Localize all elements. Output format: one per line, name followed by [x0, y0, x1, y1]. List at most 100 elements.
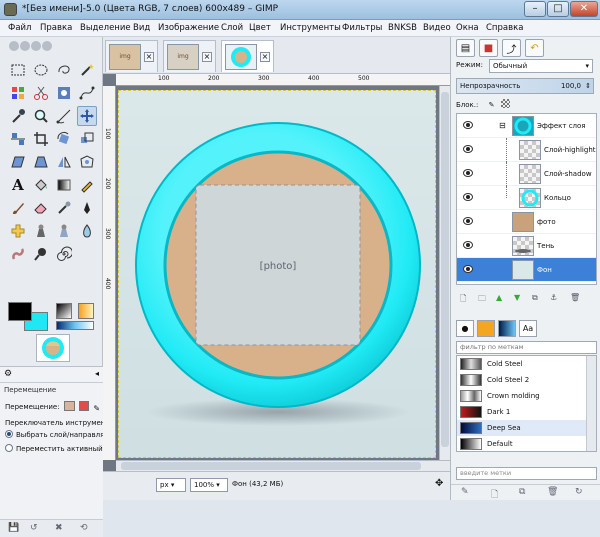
fonts-tab-icon[interactable]: Aa [519, 320, 537, 337]
layer-row[interactable]: Слой-highlight [457, 138, 596, 162]
menu-video[interactable]: Видео [423, 23, 451, 33]
move-icon[interactable] [77, 106, 97, 126]
crop-icon[interactable] [31, 129, 51, 149]
paintbrush-icon[interactable] [8, 198, 28, 218]
tool-options-menu-icon[interactable]: ◂ [95, 369, 99, 378]
eye-icon[interactable] [463, 145, 473, 153]
color-picker-icon[interactable] [8, 106, 28, 126]
foreground-color[interactable] [8, 302, 32, 321]
close-tab-icon[interactable]: × [144, 51, 154, 62]
save-options-icon[interactable]: 💾 [8, 523, 19, 533]
brushes-tab-icon[interactable]: ● [456, 320, 474, 337]
rect-select-icon[interactable] [8, 60, 28, 80]
align-icon[interactable] [8, 129, 28, 149]
blur-icon[interactable] [77, 221, 97, 241]
zoom-select[interactable]: 100% ▾ [190, 478, 228, 492]
eraser-icon[interactable] [31, 198, 51, 218]
heal-icon[interactable] [8, 221, 28, 241]
duplicate-layer-icon[interactable]: ⧉ [532, 293, 538, 303]
image-tab-2[interactable]: img × [163, 40, 216, 72]
menu-select[interactable]: Выделение [80, 23, 131, 33]
ellipse-select-icon[interactable] [31, 60, 51, 80]
menu-layer[interactable]: Слой [221, 23, 243, 33]
lock-pixels-icon[interactable]: ✎ [489, 101, 495, 109]
tag-entry-input[interactable]: введите метки [456, 467, 597, 480]
tag-filter-input[interactable]: фильтр по меткам [456, 341, 597, 354]
airbrush-icon[interactable] [54, 198, 74, 218]
perspective-icon[interactable] [31, 152, 51, 172]
menu-view[interactable]: Вид [133, 23, 150, 33]
fg-bg-colors[interactable] [8, 302, 52, 332]
foreground-select-icon[interactable] [54, 83, 74, 103]
menu-image[interactable]: Изображение [158, 23, 219, 33]
text-icon[interactable]: A [8, 175, 28, 195]
lower-layer-icon[interactable]: ▼ [514, 293, 520, 302]
duplicate-gradient-icon[interactable]: ⧉ [519, 487, 525, 497]
lasso-icon[interactable] [54, 60, 74, 80]
menu-help[interactable]: Справка [486, 23, 523, 33]
ink-icon[interactable] [77, 198, 97, 218]
blend-icon[interactable] [54, 175, 74, 195]
gradient-item[interactable]: Default [457, 436, 586, 451]
menu-file[interactable]: Файл [8, 23, 31, 33]
layers-tab-icon[interactable]: ▤ [456, 39, 475, 57]
layer-row[interactable]: Кольцо [457, 186, 596, 210]
paths-icon[interactable] [77, 83, 97, 103]
image-tab-1[interactable]: img × [105, 40, 158, 72]
shear-icon[interactable] [8, 152, 28, 172]
active-image-thumbnail[interactable] [36, 334, 70, 362]
new-gradient-icon[interactable]: 🗋 [491, 487, 498, 503]
restore-options-icon[interactable]: ↺ [30, 523, 38, 533]
minimize-button[interactable]: – [524, 1, 546, 17]
zoom-icon[interactable] [31, 106, 51, 126]
layer-row[interactable]: ⊟ Эффект слоя [457, 114, 596, 138]
image-canvas[interactable]: [photo] [118, 90, 436, 458]
fuzzy-select-icon[interactable] [77, 60, 97, 80]
eye-icon[interactable] [463, 193, 473, 201]
gradient-item[interactable]: Cold Steel [457, 356, 586, 372]
smudge-icon[interactable] [8, 244, 28, 264]
patterns-tab-icon[interactable] [477, 320, 495, 337]
raise-layer-icon[interactable]: ▲ [496, 293, 502, 302]
refresh-gradients-icon[interactable]: ↻ [575, 487, 583, 497]
eye-icon[interactable] [463, 121, 473, 129]
delete-gradient-icon[interactable]: 🗑 [547, 487, 558, 497]
bucket-fill-icon[interactable] [31, 175, 51, 195]
eye-icon[interactable] [463, 241, 473, 249]
scroll-thumb[interactable] [441, 92, 449, 447]
layer-row[interactable]: Слой-shadow [457, 162, 596, 186]
layer-row[interactable]: фото [457, 210, 596, 234]
spiral-icon[interactable] [54, 244, 74, 264]
tool-options-icon[interactable]: ⚙ [4, 369, 12, 379]
anchor-layer-icon[interactable]: ⚓ [550, 293, 557, 302]
layer-row-selected[interactable]: Фон [457, 258, 596, 282]
gradient-item[interactable]: Crown molding [457, 388, 586, 404]
navigate-icon[interactable]: ✥ [435, 478, 443, 489]
delete-options-icon[interactable]: ✖ [55, 523, 63, 533]
eye-icon[interactable] [463, 169, 473, 177]
eye-icon[interactable] [463, 265, 473, 273]
horizontal-ruler[interactable]: 100 200 300 400 500 [116, 74, 450, 86]
layer-row[interactable]: Тень [457, 234, 596, 258]
rotate-icon[interactable] [54, 129, 74, 149]
perspective-clone-icon[interactable] [54, 221, 74, 241]
gradient-scrollbar[interactable] [586, 356, 596, 451]
lock-alpha-icon[interactable] [500, 99, 510, 108]
gradient-item-selected[interactable]: Deep Sea [457, 420, 586, 436]
edit-gradient-icon[interactable]: ✎ [461, 487, 469, 497]
new-layer-icon[interactable]: 🗋 [460, 293, 466, 307]
brush-preview[interactable] [56, 303, 72, 319]
scissors-icon[interactable] [31, 83, 51, 103]
gradient-preview[interactable] [56, 321, 94, 330]
pencil-icon[interactable] [77, 175, 97, 195]
close-button[interactable]: ✕ [570, 1, 598, 17]
path-mode-icon[interactable]: ✎ [93, 404, 103, 414]
maximize-button[interactable]: □ [547, 1, 569, 17]
menu-colors[interactable]: Цвет [249, 23, 271, 33]
selection-mode-icon[interactable] [79, 401, 90, 411]
flip-icon[interactable] [54, 152, 74, 172]
clone-icon[interactable] [31, 221, 51, 241]
horizontal-scrollbar[interactable] [116, 460, 450, 471]
gradient-item[interactable]: Dark 1 [457, 404, 586, 420]
collapse-icon[interactable]: ⊟ [499, 121, 506, 130]
